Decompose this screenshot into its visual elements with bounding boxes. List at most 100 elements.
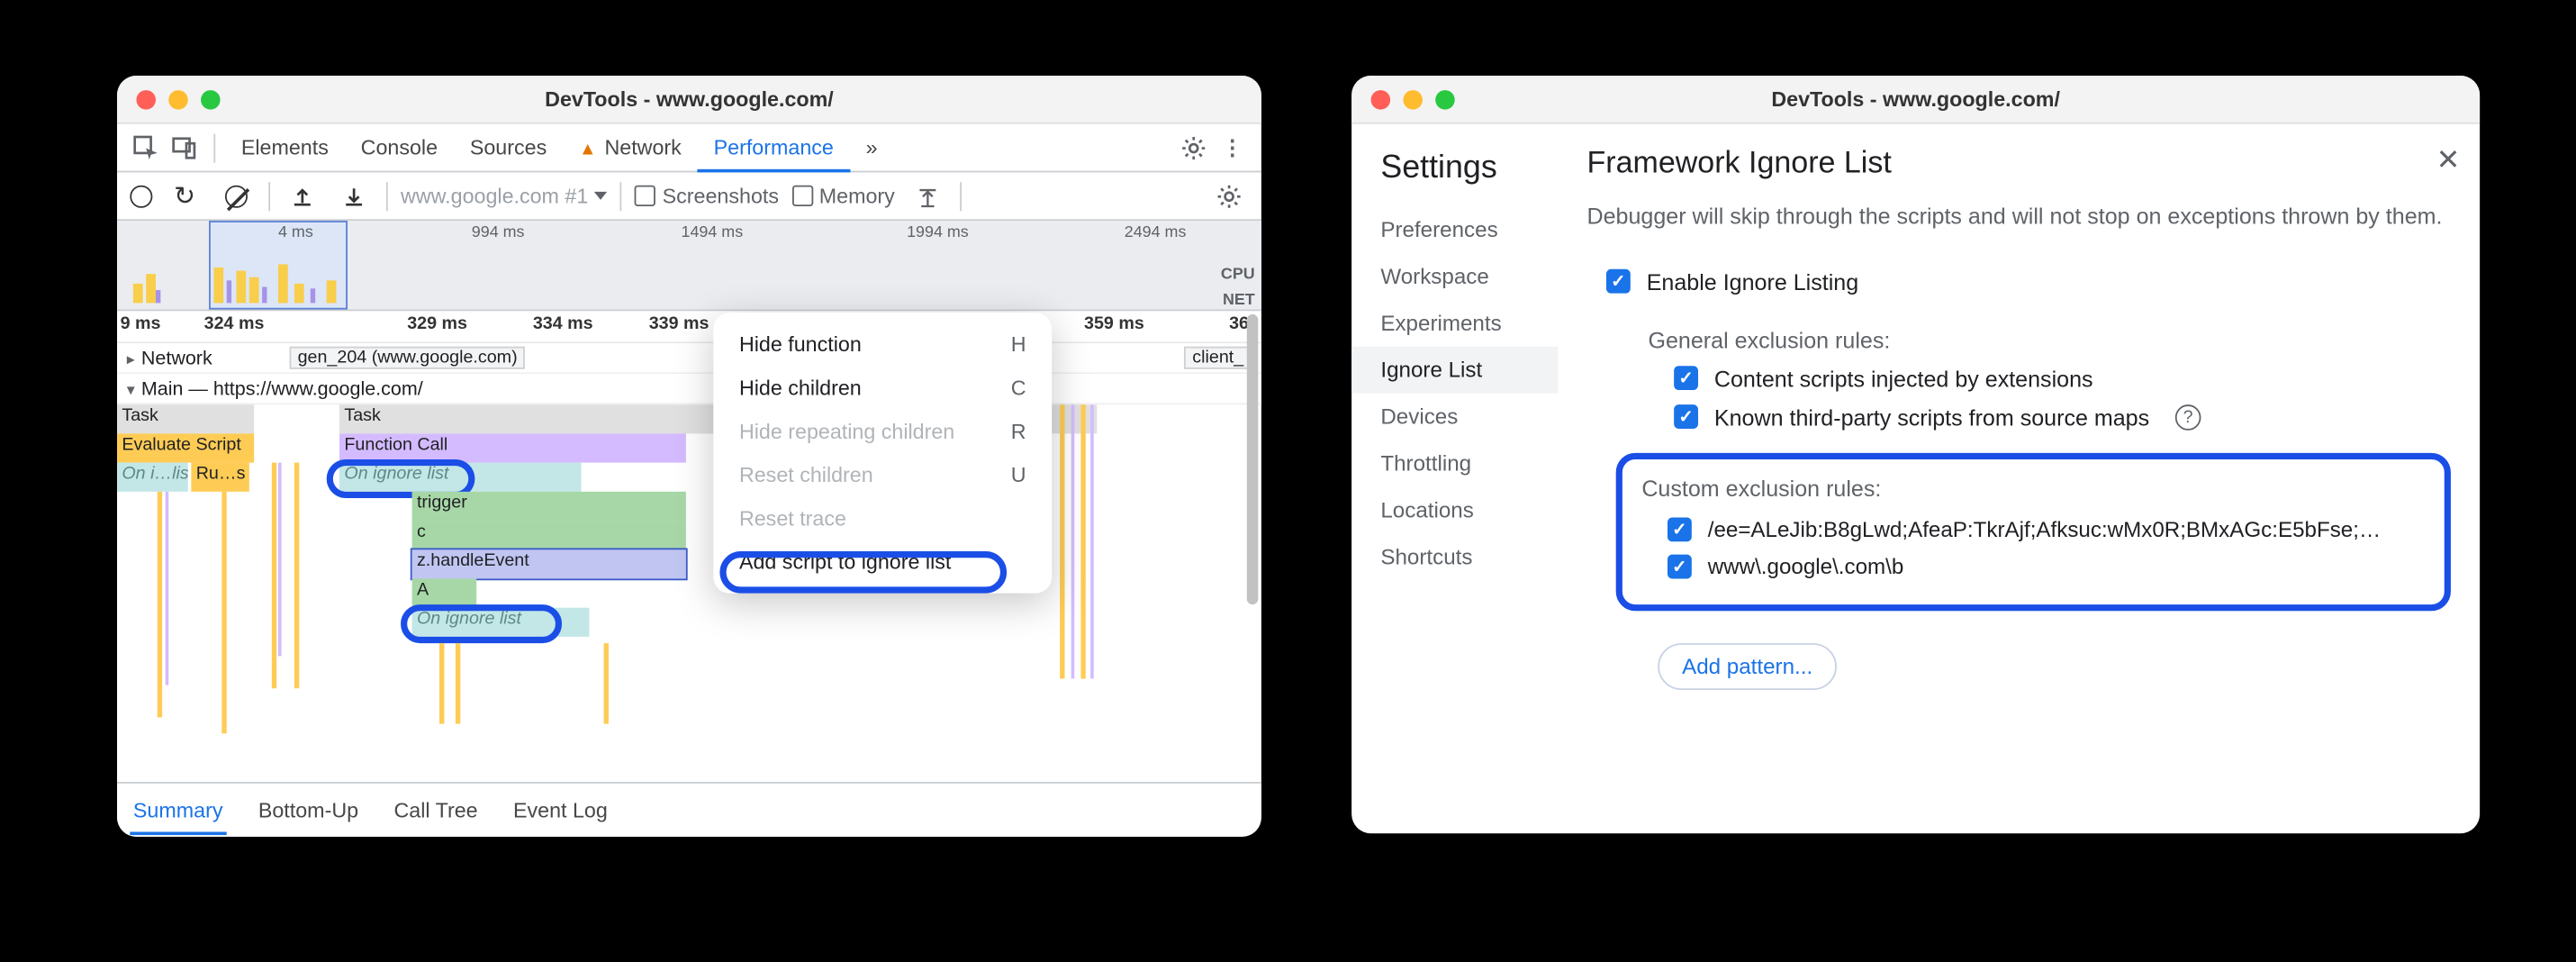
screenshots-checkbox[interactable]: Screenshots xyxy=(635,184,779,208)
overview-tick: 994 ms xyxy=(472,224,525,242)
custom-rule-2-checkbox[interactable]: www\.google\.com\b xyxy=(1641,548,2425,585)
help-icon[interactable]: ? xyxy=(2175,404,2201,430)
checkbox-checked-icon xyxy=(1668,554,1692,578)
checkbox-checked-icon xyxy=(1606,269,1631,294)
ruler-tick: 9 ms xyxy=(121,314,161,333)
garbage-collect-icon[interactable] xyxy=(912,181,941,210)
tab-elements[interactable]: Elements xyxy=(225,125,345,168)
network-request[interactable]: client_ xyxy=(1184,347,1252,369)
performance-toolbar: www.google.com #1 Screenshots Memory xyxy=(117,172,1261,221)
network-track-header[interactable]: Network gen_204 (www.google.com) client_ xyxy=(117,343,1261,374)
window-title: DevTools - www.google.com/ xyxy=(1351,87,2480,112)
flame-ignore[interactable]: On ignore list xyxy=(339,463,582,492)
main-track-header[interactable]: Main — https://www.google.com/ xyxy=(117,374,1261,404)
timeline-ruler[interactable]: 9 ms 324 ms 329 ms 334 ms 339 ms 359 ms … xyxy=(117,311,1261,343)
sidebar-item-shortcuts[interactable]: Shortcuts xyxy=(1380,533,1545,580)
flame-c[interactable]: c xyxy=(412,521,686,549)
clear-button[interactable] xyxy=(221,181,250,210)
tab-bottom-up[interactable]: Bottom-Up xyxy=(255,788,361,831)
tab-console[interactable]: Console xyxy=(345,125,454,168)
sidebar-item-devices[interactable]: Devices xyxy=(1380,394,1545,440)
custom-rule-1-checkbox[interactable]: /ee=ALeJib:B8gLwd;AfeaP:TkrAjf;Afksuc:wM… xyxy=(1641,511,2425,548)
flame-ignore[interactable]: On ignore list xyxy=(412,608,590,637)
upload-icon[interactable] xyxy=(288,181,317,210)
sidebar-item-preferences[interactable]: Preferences xyxy=(1380,206,1545,253)
flame-handleevent[interactable]: z.handleEvent xyxy=(412,549,686,578)
custom-rules-heading: Custom exclusion rules: xyxy=(1641,475,2425,501)
gear-icon[interactable] xyxy=(1180,133,1208,162)
settings-heading: Settings xyxy=(1380,150,1545,186)
sidebar-item-locations[interactable]: Locations xyxy=(1380,486,1545,533)
flame-task[interactable]: Task xyxy=(117,404,254,433)
flame-ignore[interactable]: On i…list xyxy=(117,463,188,492)
tab-event-log[interactable]: Event Log xyxy=(510,788,610,831)
context-menu: Hide function H Hide children C Hide rep… xyxy=(713,313,1052,593)
flame-runs[interactable]: Ru…s xyxy=(191,463,249,492)
tabs-overflow[interactable]: » xyxy=(850,125,894,168)
maximize-icon[interactable] xyxy=(201,89,220,108)
overview-tick: 1994 ms xyxy=(907,224,969,242)
ruler-tick: 329 ms xyxy=(407,314,467,333)
ruler-tick: 334 ms xyxy=(533,314,593,333)
settings-gear-icon[interactable] xyxy=(1215,181,1243,210)
maximize-icon[interactable] xyxy=(1435,89,1454,108)
page-title: Framework Ignore List xyxy=(1586,147,2450,182)
menu-hide-children[interactable]: Hide children C xyxy=(713,366,1052,409)
collapse-icon xyxy=(127,377,135,400)
add-pattern-button[interactable]: Add pattern... xyxy=(1658,642,1837,689)
settings-main-panel: ✕ Framework Ignore List Debugger will sk… xyxy=(1558,124,2480,834)
ruler-tick: 324 ms xyxy=(204,314,265,333)
ruler-tick: 359 ms xyxy=(1084,314,1144,333)
titlebar[interactable]: DevTools - www.google.com/ xyxy=(117,76,1261,124)
download-icon[interactable] xyxy=(339,181,368,210)
divider xyxy=(620,181,622,210)
divider xyxy=(386,181,388,210)
flame-function-call[interactable]: Function Call xyxy=(339,433,686,462)
titlebar[interactable]: DevTools - www.google.com/ xyxy=(1351,76,2480,124)
tab-summary[interactable]: Summary xyxy=(130,787,226,834)
third-party-checkbox[interactable]: Known third-party scripts from source ma… xyxy=(1586,397,2450,436)
minimize-icon[interactable] xyxy=(1403,89,1422,108)
menu-hide-function[interactable]: Hide function H xyxy=(713,322,1052,366)
flame-a[interactable]: A xyxy=(412,578,477,607)
sidebar-item-throttling[interactable]: Throttling xyxy=(1380,440,1545,487)
perf-details-tabs: Summary Bottom-Up Call Tree Event Log xyxy=(117,782,1261,837)
close-icon[interactable] xyxy=(136,89,155,108)
flame-trigger[interactable]: trigger xyxy=(412,492,686,521)
close-settings-icon[interactable]: ✕ xyxy=(2436,143,2461,177)
overview-tick: 4 ms xyxy=(278,224,313,242)
more-icon[interactable]: ⋮ xyxy=(1218,133,1247,162)
divider xyxy=(959,181,961,210)
reload-record-button[interactable] xyxy=(170,181,199,210)
sidebar-item-ignore-list[interactable]: Ignore List xyxy=(1351,347,1558,394)
scrollbar[interactable] xyxy=(1247,314,1259,604)
memory-checkbox[interactable]: Memory xyxy=(791,184,894,208)
chevron-down-icon xyxy=(594,192,607,200)
device-toggle-icon[interactable] xyxy=(170,133,199,162)
menu-reset-trace: Reset trace xyxy=(713,496,1052,540)
content-scripts-checkbox[interactable]: Content scripts injected by extensions xyxy=(1586,358,2450,397)
menu-add-ignore[interactable]: Add script to ignore list xyxy=(713,540,1052,584)
settings-sidebar: Settings Preferences Workspace Experimen… xyxy=(1351,124,1558,834)
sidebar-item-workspace[interactable]: Workspace xyxy=(1380,253,1545,300)
timeline-overview[interactable]: 4 ms 994 ms 1494 ms 1994 ms 2494 ms CPU … xyxy=(117,221,1261,311)
tab-network[interactable]: Network xyxy=(563,125,698,168)
flame-evaluate[interactable]: Evaluate Script xyxy=(117,433,254,462)
overview-tick: 2494 ms xyxy=(1125,224,1187,242)
tab-call-tree[interactable]: Call Tree xyxy=(391,788,481,831)
ruler-tick: 339 ms xyxy=(649,314,710,333)
inspect-element-icon[interactable] xyxy=(131,133,160,162)
recording-select[interactable]: www.google.com #1 xyxy=(401,184,608,208)
flame-chart[interactable]: Task Task Evaluate Script Function Call … xyxy=(117,404,1261,759)
sidebar-item-experiments[interactable]: Experiments xyxy=(1380,300,1545,347)
record-button[interactable] xyxy=(130,185,152,207)
tab-sources[interactable]: Sources xyxy=(454,125,563,168)
checkbox-checked-icon xyxy=(1674,404,1698,429)
ignore-list-description: Debugger will skip through the scripts a… xyxy=(1586,202,2450,233)
overview-tick: 1494 ms xyxy=(682,224,744,242)
minimize-icon[interactable] xyxy=(168,89,187,108)
enable-ignore-checkbox[interactable]: Enable Ignore Listing xyxy=(1606,262,2451,301)
tab-performance[interactable]: Performance xyxy=(698,125,850,172)
network-request[interactable]: gen_204 (www.google.com) xyxy=(290,347,526,369)
close-icon[interactable] xyxy=(1371,89,1390,108)
